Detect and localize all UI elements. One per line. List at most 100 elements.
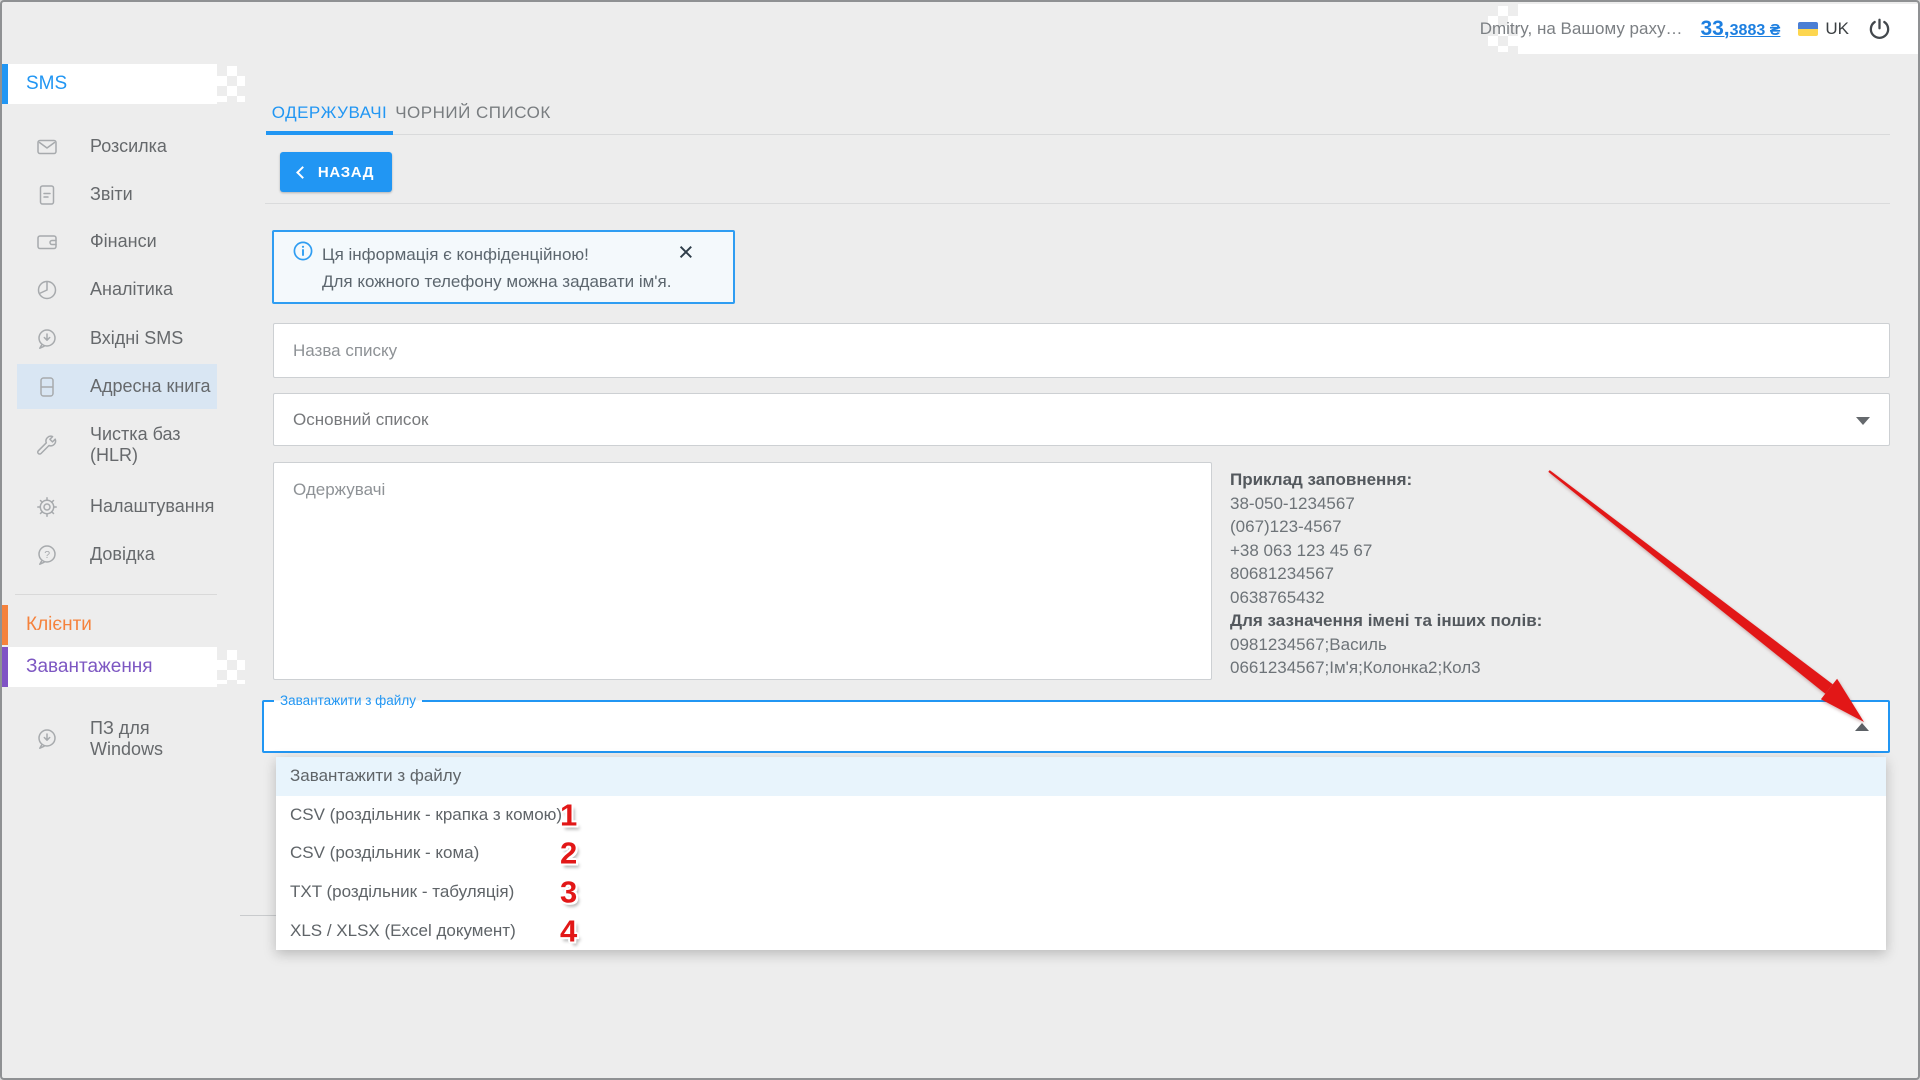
sidebar-item-label: Фінанси [90,231,157,253]
dropdown-option-default[interactable]: Завантажити з файлу [276,757,1886,796]
dropdown-option-label: CSV (роздільник - крапка з комою) [290,805,562,825]
sidebar-item-label: Налаштування [90,496,214,518]
example-line: (067)123-4567 [1230,515,1542,539]
sidebar-item-label: Вхідні SMS [90,328,183,350]
sidebar-item-dovidka[interactable]: ? Довідка [2,535,217,575]
sidebar-item-pz-windows[interactable]: ПЗ дляWindows [2,715,217,763]
recipients-field [273,462,1212,680]
gear-icon [35,495,59,519]
dropdown-option-csv-semicolon[interactable]: CSV (роздільник - крапка з комою) 1 [276,796,1886,835]
dropdown-option-label: TXT (роздільник - табуляція) [290,882,514,902]
tab-label: ЧОРНИЙ СПИСОК [395,103,551,123]
chevron-up-icon [1855,723,1869,731]
example-line: 0638765432 [1230,586,1542,610]
inbox-sms-icon [35,327,59,351]
close-icon[interactable]: × [678,237,694,267]
chevron-left-icon [296,166,309,179]
svg-text:?: ? [44,549,50,561]
list-name-input[interactable] [274,324,1889,377]
sidebar-item-chystka-baz[interactable]: Чистка баз(HLR) [2,420,217,470]
list-name-field [273,323,1890,378]
sidebar-item-label: Звіти [90,184,133,206]
balance-frac: 3883 ₴ [1730,22,1781,39]
downloads-section-accent-bar [2,647,8,687]
language-selector[interactable]: UK [1798,19,1849,39]
sidebar-item-label: Аналітика [90,279,173,301]
dropdown-option-label: Завантажити з файлу [290,766,461,786]
clients-section-accent-bar [2,605,8,645]
annotation-badge: 2 [560,838,577,869]
language-code: UK [1825,19,1849,39]
report-icon [35,183,59,207]
sidebar-section-clients[interactable]: Клієнти [2,605,217,645]
sms-section-accent-bar [2,64,8,104]
sidebar-item-label: Чистка баз(HLR) [90,424,181,467]
topbar: Dmitry, на Вашому раху… 33,3883 ₴ UK [1518,4,1918,54]
tab-label: ОДЕРЖУВАЧІ [272,103,388,123]
sidebar-section-sms[interactable]: SMS [2,64,217,104]
fill-example-block: Приклад заповнення: 38-050-1234567 (067)… [1230,468,1542,680]
tab-blacklist[interactable]: ЧОРНИЙ СПИСОК [393,98,553,128]
logout-button[interactable] [1867,17,1892,42]
list-type-value: Основний список [274,394,1889,445]
sidebar-item-adresna-knyha[interactable]: Адресна книга [2,364,217,409]
sidebar-section-downloads[interactable]: Завантаження [2,647,217,687]
dropdown-option-txt-tab[interactable]: TXT (роздільник - табуляція) 3 [276,873,1886,912]
sidebar-item-analityka[interactable]: Аналітика [2,270,217,310]
dropdown-option-label: CSV (роздільник - кома) [290,843,479,863]
example-line: 38-050-1234567 [1230,492,1542,516]
help-icon: ? [35,543,59,567]
balance-link[interactable]: 33,3883 ₴ [1700,17,1780,41]
sidebar-item-label: Розсилка [90,136,167,158]
dropdown-option-label: XLS / XLSX (Excel документ) [290,921,516,941]
back-button[interactable]: НАЗАД [280,152,392,192]
example-line: +38 063 123 45 67 [1230,539,1542,563]
sidebar-item-finansy[interactable]: Фінанси [2,222,217,262]
sidebar-divider [15,594,217,595]
sidebar-item-vhidni-sms[interactable]: Вхідні SMS [2,319,217,359]
sidebar-item-nalashtuvannia[interactable]: Налаштування [2,487,217,527]
dropdown-option-xls[interactable]: XLS / XLSX (Excel документ) 4 [276,911,1886,950]
sidebar-item-label: Довідка [90,544,155,566]
info-icon [293,241,313,261]
recipients-textarea[interactable] [274,463,1211,679]
annotation-badge: 4 [560,915,577,946]
sidebar-item-label: Адресна книга [90,376,211,398]
sidebar-section-clients-label: Клієнти [26,614,92,636]
example-line: 0981234567;Василь [1230,633,1542,657]
notice-text: Ця інформація є конфіденційною! Для кожн… [322,241,671,295]
sidebar-item-rozsylka[interactable]: Розсилка [2,127,217,167]
envelope-icon [35,135,59,159]
file-source-select[interactable]: Завантажити з файлу [262,700,1890,753]
sidebar-item-zvity[interactable]: Звіти [2,175,217,215]
annotation-badge: 1 [560,799,577,830]
sidebar-section-downloads-label: Завантаження [26,656,153,678]
tabs-baseline [393,134,1890,135]
wallet-icon [35,230,59,254]
chevron-down-icon [1856,417,1870,425]
example-title: Приклад заповнення: [1230,468,1542,492]
power-icon [1867,17,1892,42]
section-divider [240,915,276,916]
example-line: 80681234567 [1230,562,1542,586]
file-source-label: Завантажити з файлу [274,693,422,709]
tab-recipients[interactable]: ОДЕРЖУВАЧІ [266,98,393,128]
balance-int: 33, [1700,17,1729,40]
app-window: Dmitry, на Вашому раху… 33,3883 ₴ UK SMS… [0,0,1920,1080]
wrench-icon [35,433,59,457]
file-source-dropdown: Завантажити з файлу CSV (роздільник - кр… [276,757,1886,950]
analytics-pie-icon [35,278,59,302]
ukraine-flag-icon [1798,22,1818,36]
example-line: 0661234567;Ім'я;Колонка2;Кол3 [1230,656,1542,680]
download-icon [35,727,59,751]
user-account-text: Dmitry, на Вашому раху… [1480,19,1683,39]
example-title: Для зазначення імені та інших полів: [1230,609,1542,633]
dropdown-option-csv-comma[interactable]: CSV (роздільник - кома) 2 [276,834,1886,873]
dither-decoration [217,650,245,684]
confidential-notice: Ця інформація є конфіденційною! Для кожн… [272,230,735,304]
sidebar-item-label: ПЗ дляWindows [90,718,163,761]
list-type-select[interactable]: Основний список [273,393,1890,446]
active-tab-underline [266,131,393,135]
address-book-icon [35,375,59,399]
annotation-badge: 3 [560,877,577,908]
